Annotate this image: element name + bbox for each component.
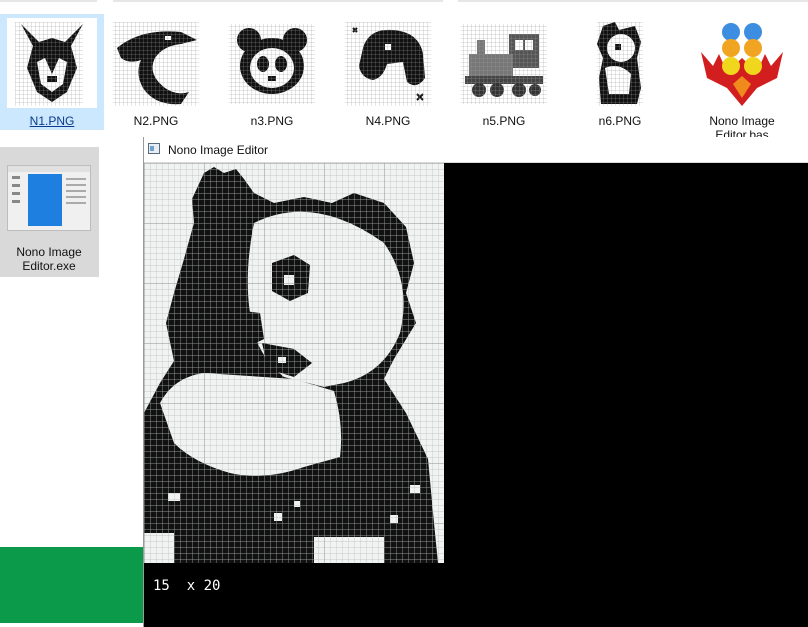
divider [113,0,443,2]
husky-nonogram-icon [7,18,97,108]
file-label: Nono Image Editor.exe [16,245,82,273]
file-label: n3.PNG [250,114,294,128]
file-icon-n5[interactable]: n5.PNG [452,14,556,130]
file-label: N2.PNG [133,114,179,128]
dog-nonogram-icon [343,18,433,108]
window-titlebar[interactable]: Nono Image Editor [144,137,808,163]
taskbar-green-area [0,547,144,623]
file-icon-n4[interactable]: N4.PNG [336,14,440,130]
file-icon-n1[interactable]: N1.PNG [0,14,104,130]
train-nonogram-icon [459,18,549,108]
file-label: n5.PNG [482,114,526,128]
file-label: N1.PNG [29,114,75,128]
file-icon-exe[interactable]: Nono Image Editor.exe [0,147,99,277]
divider [458,0,808,2]
dimensions-readout: 15 x 20 [153,578,221,594]
panda-sitting-nonogram-icon [575,18,665,108]
pixel-canvas[interactable] [144,163,444,563]
window-title: Nono Image Editor [168,143,269,157]
file-icon-n6[interactable]: n6.PNG [568,14,672,130]
editor-app-icon [7,165,91,231]
desktop-top-strip [0,0,808,4]
file-label: n6.PNG [598,114,642,128]
window-app-icon [148,143,160,154]
file-icon-bas[interactable]: Nono Image Editor.bas [690,14,794,151]
file-label: N4.PNG [365,114,411,128]
divider [0,0,97,2]
editor-window[interactable]: Nono Image Editor 15 x 20 [143,137,808,627]
panda-face-nonogram-icon [227,18,317,108]
dolphin-nonogram-icon [111,18,201,108]
file-icon-n2[interactable]: N2.PNG [104,14,208,130]
file-icon-n3[interactable]: n3.PNG [220,14,324,130]
qb64pe-phoenix-icon [697,18,787,108]
